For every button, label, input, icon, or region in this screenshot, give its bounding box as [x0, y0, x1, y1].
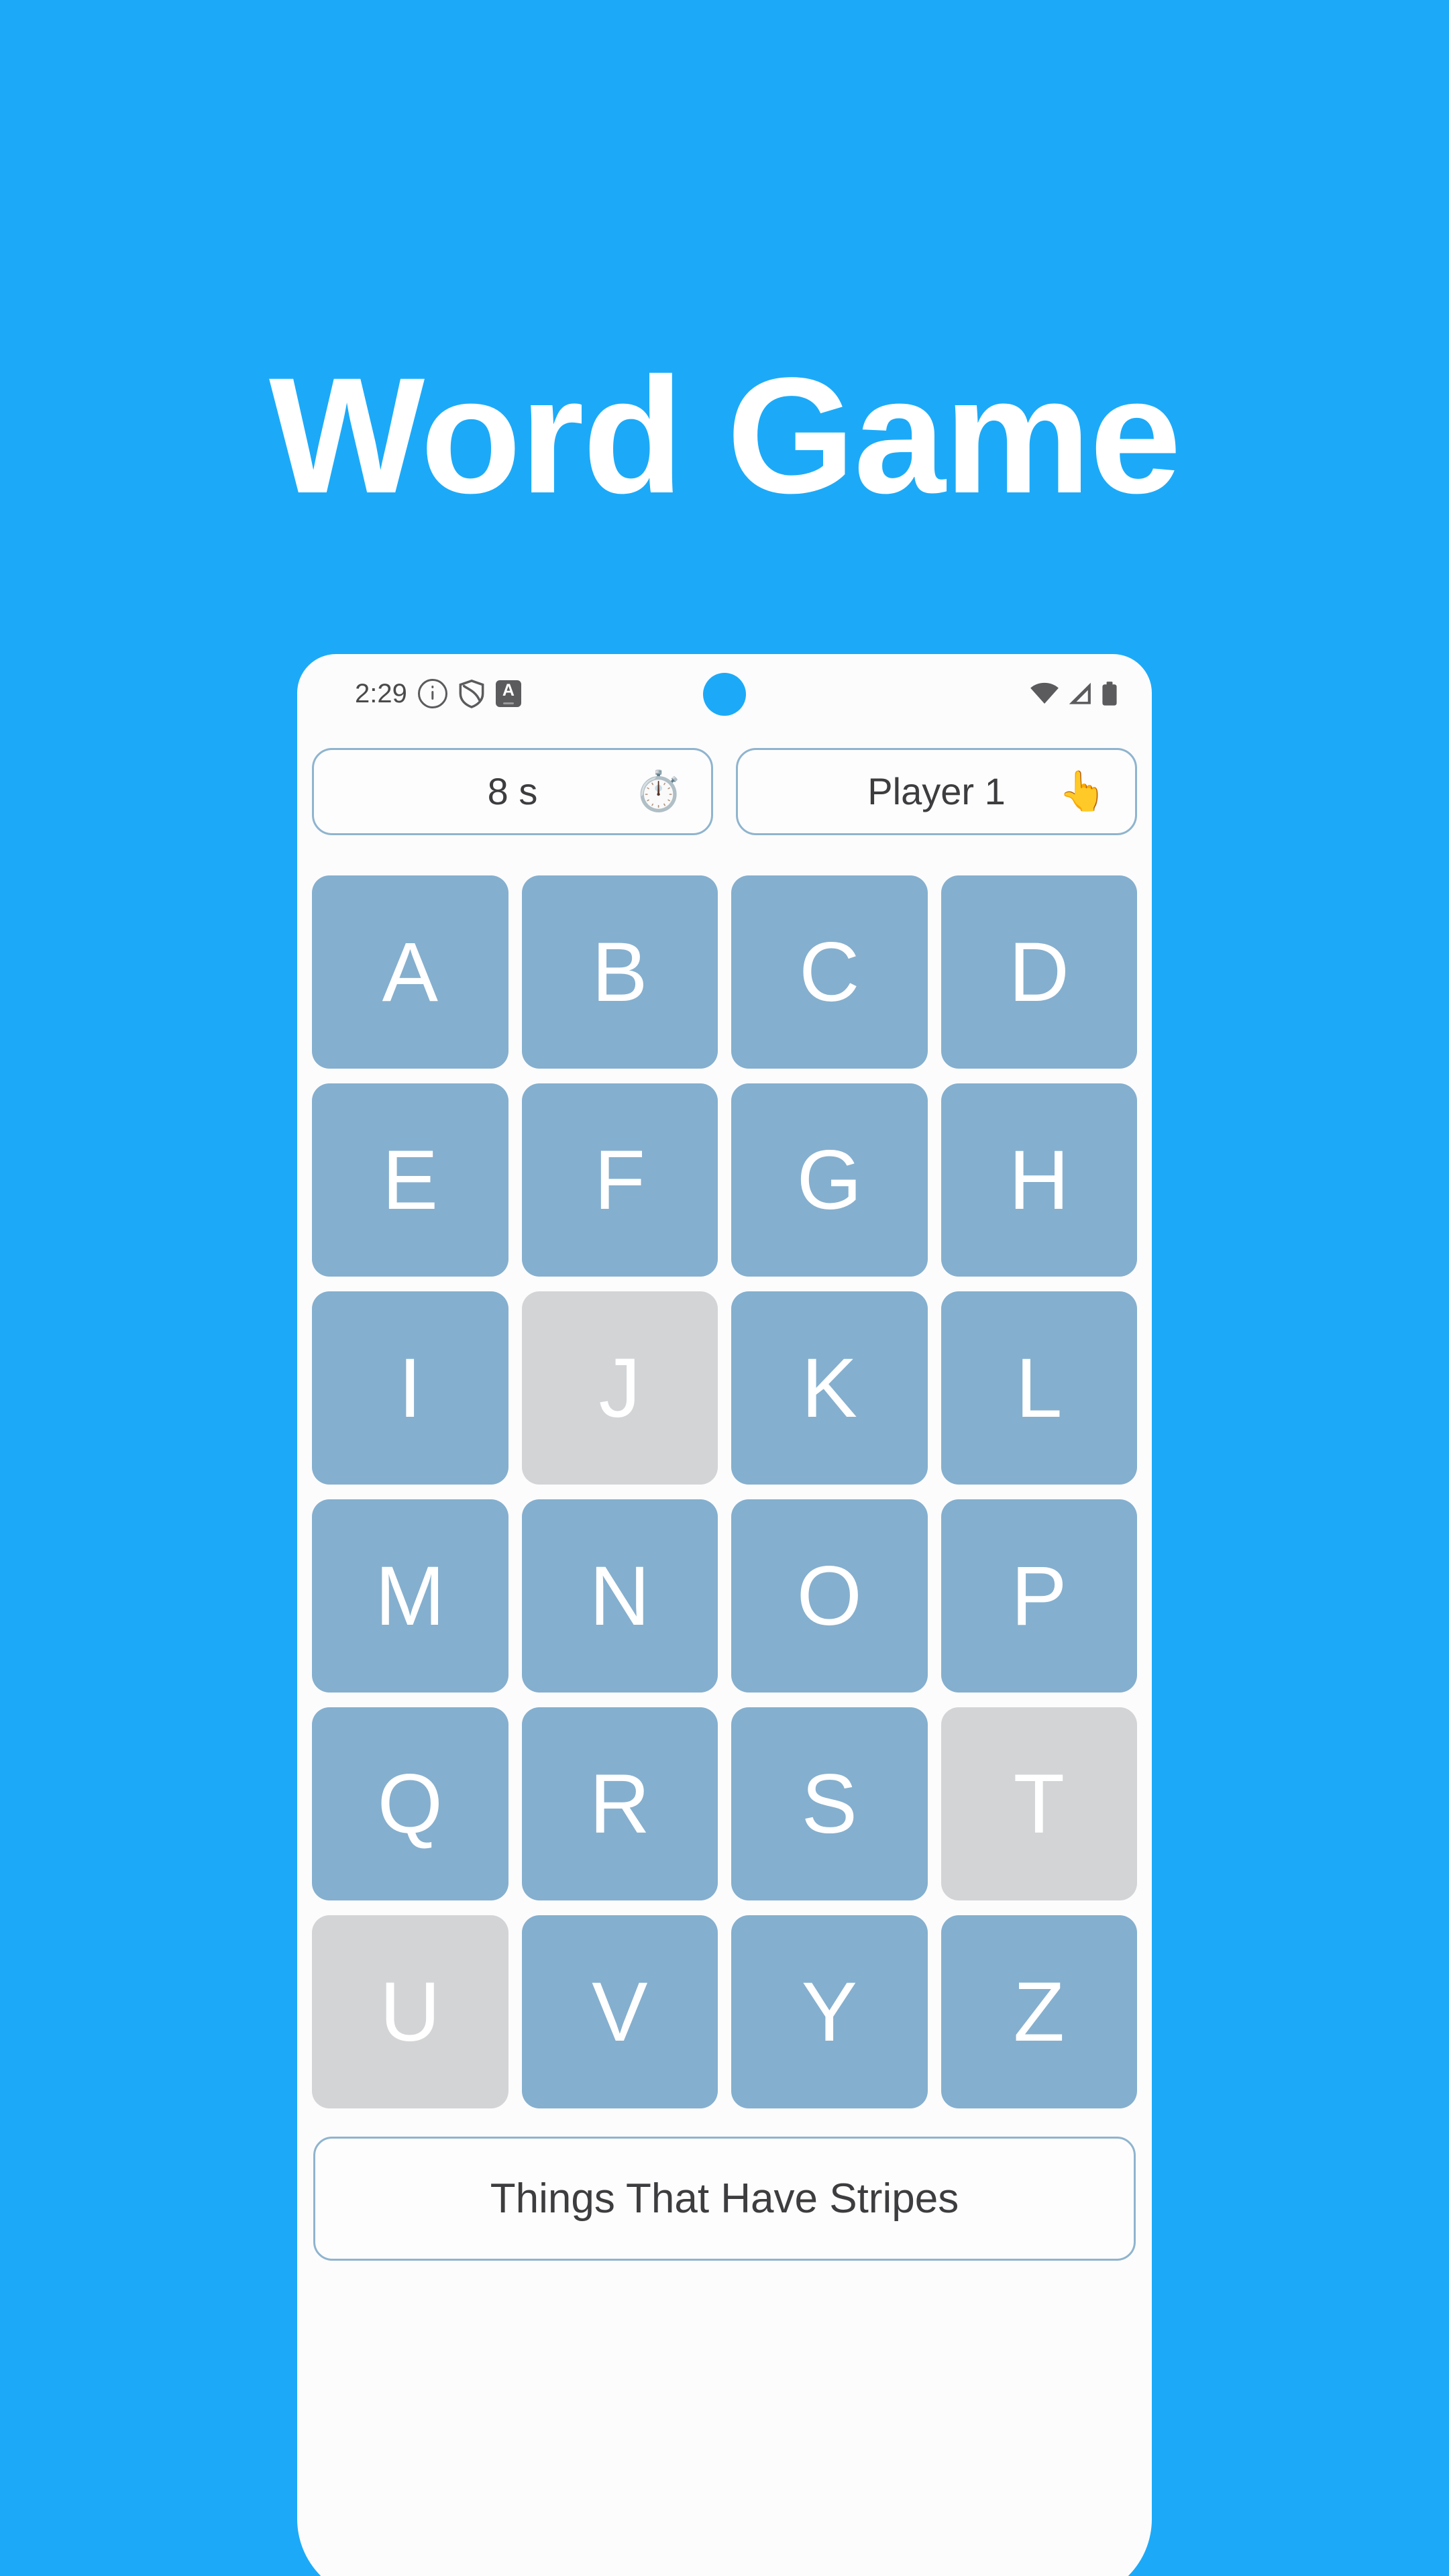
- player-card[interactable]: Player 1 👆: [736, 748, 1137, 835]
- pointing-hand-emoji: 👆: [1058, 769, 1107, 813]
- app-screenshot: Word Game 2:29 A 8 s ⏱️ Player 1 👆 A B C…: [0, 0, 1449, 2576]
- letter-tile-c[interactable]: C: [731, 875, 928, 1069]
- letter-tile-u: U: [312, 1915, 508, 2108]
- letter-tile-q[interactable]: Q: [312, 1707, 508, 1900]
- page-title: Word Game: [268, 343, 1181, 528]
- letter-tile-r[interactable]: R: [521, 1707, 718, 1900]
- timer-label: 8 s: [487, 770, 538, 812]
- letter-tile-l[interactable]: L: [941, 1291, 1137, 1485]
- wifi-icon: [1030, 682, 1059, 705]
- letter-tile-p[interactable]: P: [941, 1499, 1137, 1693]
- language-a-icon: A: [495, 680, 521, 707]
- letter-tile-s[interactable]: S: [731, 1707, 928, 1900]
- phone-mockup: 2:29 A 8 s ⏱️ Player 1 👆 A B C D E F G H…: [297, 654, 1152, 2576]
- letter-tile-v[interactable]: V: [521, 1915, 718, 2108]
- letter-tile-i[interactable]: I: [312, 1291, 508, 1485]
- letter-tile-k[interactable]: K: [731, 1291, 928, 1485]
- category-card[interactable]: Things That Have Stripes: [313, 2137, 1136, 2261]
- letter-tile-h[interactable]: H: [941, 1083, 1137, 1277]
- letter-tile-g[interactable]: G: [731, 1083, 928, 1277]
- category-label: Things That Have Stripes: [490, 2175, 959, 2222]
- letter-tile-j: J: [521, 1291, 718, 1485]
- letter-tile-e[interactable]: E: [312, 1083, 508, 1277]
- letter-tile-y[interactable]: Y: [731, 1915, 928, 2108]
- letter-grid: ABCD EFGH IJKL MNOP QRST UVYZ: [312, 875, 1137, 2108]
- status-bar-left: 2:29 A: [355, 676, 521, 712]
- letter-tile-t: T: [941, 1707, 1137, 1900]
- letter-tile-o[interactable]: O: [731, 1499, 928, 1693]
- letter-tile-n[interactable]: N: [521, 1499, 718, 1693]
- cellular-signal-icon: [1067, 682, 1093, 705]
- status-bar: 2:29 A: [297, 654, 1152, 733]
- letter-tile-z[interactable]: Z: [941, 1915, 1137, 2108]
- letter-tile-d[interactable]: D: [941, 875, 1137, 1069]
- shield-icon: [458, 679, 485, 708]
- letter-tile-m[interactable]: M: [312, 1499, 508, 1693]
- game-header: 8 s ⏱️ Player 1 👆: [297, 748, 1152, 835]
- stopwatch-emoji: ⏱️: [634, 769, 683, 813]
- camera-punch-hole: [703, 673, 746, 716]
- letter-tile-b[interactable]: B: [521, 875, 718, 1069]
- letter-tile-f[interactable]: F: [521, 1083, 718, 1277]
- letter-tile-a[interactable]: A: [312, 875, 508, 1069]
- status-clock: 2:29: [355, 679, 407, 708]
- battery-icon: [1101, 681, 1118, 706]
- player-label: Player 1: [867, 770, 1006, 812]
- timer-card[interactable]: 8 s ⏱️: [312, 748, 713, 835]
- status-bar-right: [1030, 677, 1118, 710]
- info-icon: [417, 679, 447, 708]
